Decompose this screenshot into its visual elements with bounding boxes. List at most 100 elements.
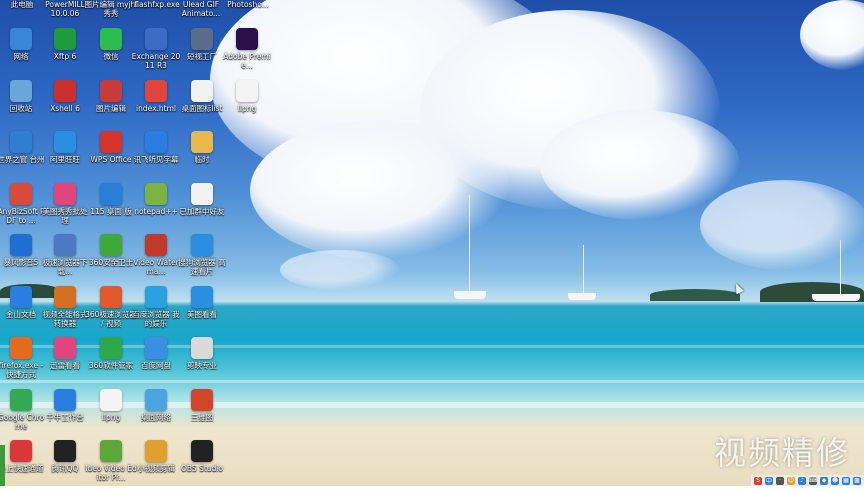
xshell-icon xyxy=(54,80,76,102)
wechat-icon xyxy=(100,28,122,50)
desktop-icon[interactable]: 迅雷看看 xyxy=(40,337,90,389)
desktop-icon[interactable]: 桌面图标list xyxy=(177,80,227,132)
desktop-icon-label: 小视频剪辑 xyxy=(137,464,175,473)
desktop-icon[interactable]: 三维图 xyxy=(177,389,227,441)
desktop-icon[interactable]: 百度网盘 xyxy=(131,337,181,389)
360-browser-icon xyxy=(100,286,122,308)
desktop-icon[interactable]: 小视频剪辑 xyxy=(131,440,181,492)
grid-icon[interactable]: ▩ xyxy=(853,476,861,485)
keyboard-icon[interactable]: ⌨ xyxy=(809,476,817,485)
desktop-icon[interactable]: 阿里旺旺 xyxy=(40,131,90,183)
desktop-icon[interactable]: 图片编辑 xyxy=(86,80,136,132)
taskbar-edge xyxy=(0,445,5,486)
desktop-icon[interactable]: Ideo Video Editor Pr... xyxy=(85,440,137,492)
browser-download-icon xyxy=(54,234,76,256)
baofeng-icon xyxy=(10,234,32,256)
video-watermark-icon xyxy=(145,234,167,256)
115-icon xyxy=(100,183,122,205)
desktop-icon-label: notepad++ xyxy=(134,207,178,216)
sogou-input-icon[interactable]: S xyxy=(754,476,762,485)
xftp-icon xyxy=(54,28,76,50)
top-row-label[interactable]: Photosho... xyxy=(220,0,276,9)
wallpaper-island xyxy=(650,289,740,301)
notepad-icon xyxy=(145,183,167,205)
desktop-icon-label: 千牛工作台 xyxy=(46,413,84,422)
desktop-icon[interactable]: 极速浏览器下载... xyxy=(40,234,90,286)
desktop-icon[interactable]: 360极速浏览器 / 视频 xyxy=(85,286,137,338)
desktop-icon[interactable]: 千牛工作台 xyxy=(40,389,90,441)
desktop-icon-label: 三维图 xyxy=(190,413,214,422)
desktop-icon[interactable]: 搜狗浏览器 高速看片 xyxy=(177,234,227,286)
sailboat xyxy=(452,195,488,307)
desktop-network-icon xyxy=(145,389,167,411)
desktop-icon[interactable]: 剪映专业 xyxy=(177,337,227,389)
desktop-icon[interactable]: Adobe Premie... xyxy=(222,28,272,80)
qianniu-icon xyxy=(54,389,76,411)
input-method-toolbar[interactable]: S 中 · ☺ ♪ ⌨ ◆ ☻ ▦ ▩ xyxy=(751,475,864,486)
desktop-icon[interactable]: 360安全卫士 xyxy=(86,234,136,286)
microphone-icon[interactable]: ♪ xyxy=(798,476,806,485)
desktop-icon[interactable]: 桌面网络 xyxy=(131,389,181,441)
aliwangwang-icon xyxy=(54,131,76,153)
html-file-icon xyxy=(145,80,167,102)
desktop-icon-label: 美图看看 xyxy=(187,310,217,319)
desktop-icon-label: 百度网盘 xyxy=(141,361,171,370)
folder-icon xyxy=(191,131,213,153)
desktop-icon[interactable]: 115 桌面 版 xyxy=(86,183,136,235)
image-file-icon xyxy=(100,389,122,411)
desktop-icon[interactable]: Ilpng xyxy=(86,389,136,441)
desktop-icon[interactable]: Xshell 6 xyxy=(40,80,90,132)
desktop-icon[interactable]: Xftp 6 xyxy=(40,28,90,80)
meitu-viewer-icon xyxy=(191,286,213,308)
xunlei-icon xyxy=(54,337,76,359)
skin-icon[interactable]: ◆ xyxy=(820,476,828,485)
user-icon[interactable]: ☻ xyxy=(831,476,839,485)
sogou-browser-icon xyxy=(191,234,213,256)
desktop-icon-label: 迅雷看看 xyxy=(50,361,80,370)
desktop-icon[interactable]: 视频全能格式转换器 xyxy=(40,286,90,338)
desktop-icon[interactable]: 已加群中好友 xyxy=(177,183,227,235)
desktop-icon[interactable]: 微信 xyxy=(86,28,136,80)
desktop-icon[interactable]: OBS Studio xyxy=(177,440,227,492)
desktop-icon[interactable]: 360软件管家 xyxy=(86,337,136,389)
desktop-icon[interactable]: 临时 xyxy=(177,131,227,183)
desktop-icon[interactable]: Exchange 2011 R3 xyxy=(131,28,181,80)
desktop-icon[interactable]: 短视工厂 xyxy=(177,28,227,80)
360-manager-icon xyxy=(100,337,122,359)
video-clip-icon xyxy=(145,440,167,462)
desktop-icon[interactable]: index.html xyxy=(131,80,181,132)
desktop-icon[interactable]: 腾讯QQ xyxy=(40,440,90,492)
video-convert-icon xyxy=(54,286,76,308)
desktop-icon-label: 讯飞听见字幕 xyxy=(133,155,179,164)
desktop-icon[interactable]: WPS Office xyxy=(86,131,136,183)
desktop-icon[interactable]: Video Waterma... xyxy=(131,234,181,286)
desktop-icon[interactable]: 百度浏览器 我的娱乐 xyxy=(131,286,181,338)
desktop-icon[interactable]: 美图看看 xyxy=(177,286,227,338)
desktop-icon-label: Xftp 6 xyxy=(53,52,77,61)
desktop-icon-label: 百度浏览器 我的娱乐 xyxy=(132,310,180,328)
video-editor-icon xyxy=(100,440,122,462)
desktop-icon-label: 剪映专业 xyxy=(187,361,217,370)
desktop-icon-label: Video Waterma... xyxy=(133,258,179,276)
exchange-icon xyxy=(145,28,167,50)
desktop-icon[interactable]: 美图秀秀批处理 xyxy=(40,183,90,235)
desktop-icon[interactable]: 讯飞听见字幕 xyxy=(131,131,181,183)
firefox-icon xyxy=(10,337,32,359)
network-icon xyxy=(10,28,32,50)
emoji-icon[interactable]: ☺ xyxy=(787,476,795,485)
desktop-icon[interactable]: Ilpng xyxy=(222,80,272,132)
desktop-icon-label: 美图秀秀批处理 xyxy=(42,207,88,225)
document-icon xyxy=(191,183,213,205)
sailboat xyxy=(810,240,862,306)
desktop-icon-label: OBS Studio xyxy=(181,464,223,473)
desktop-icon-label: 临时 xyxy=(194,155,210,164)
clothes-icon[interactable]: ▦ xyxy=(842,476,850,485)
meitu-batch-icon xyxy=(54,183,76,205)
desktop-icon[interactable]: notepad++ xyxy=(131,183,181,235)
png-file-icon xyxy=(236,80,258,102)
desktop-icon-label: 桌面网络 xyxy=(141,413,171,422)
globe-icon xyxy=(10,131,32,153)
punctuation-icon[interactable]: · xyxy=(776,476,784,485)
ime-zh-icon[interactable]: 中 xyxy=(765,476,773,485)
sailboat xyxy=(567,245,597,305)
